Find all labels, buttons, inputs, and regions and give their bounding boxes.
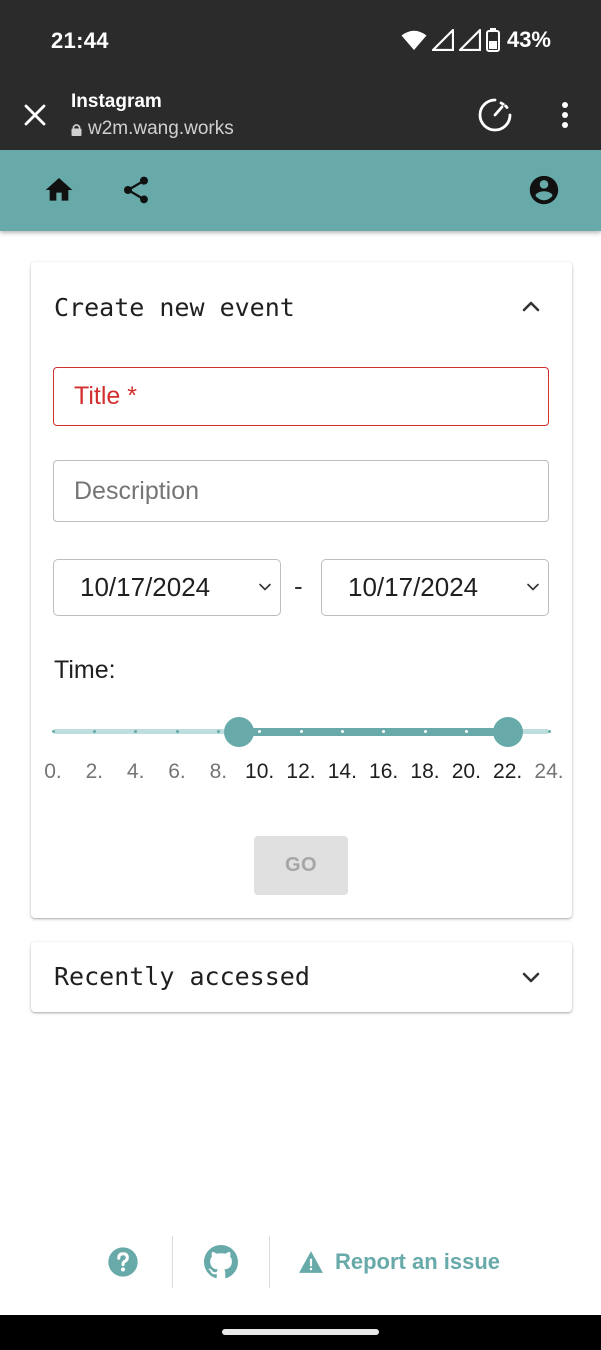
slider-tick-mark <box>423 730 427 733</box>
chevron-down-icon <box>522 972 540 983</box>
slider-tick-label: 16. <box>369 760 399 783</box>
github-icon <box>204 1245 238 1279</box>
slider-start-thumb[interactable] <box>224 717 254 747</box>
slider-tick-label: 12. <box>286 760 316 783</box>
page-url: w2m.wang.works <box>71 118 234 140</box>
description-input[interactable]: Description <box>53 460 549 522</box>
end-date-select[interactable]: 10/17/2024 <box>321 559 549 616</box>
report-issue-label: Report an issue <box>335 1249 501 1274</box>
slider-tick-mark <box>547 730 551 733</box>
chevron-down-icon <box>527 583 539 591</box>
share-icon <box>124 176 148 204</box>
collapse-button[interactable] <box>519 295 543 319</box>
expand-button[interactable] <box>519 965 543 989</box>
slider-tick-mark <box>216 730 220 733</box>
title-input[interactable]: Title * <box>53 367 549 426</box>
slider-tick-label: 10. <box>245 760 275 783</box>
account-button[interactable] <box>525 171 563 209</box>
home-icon <box>45 178 73 201</box>
status-icons: 43% <box>401 27 551 53</box>
share-button[interactable] <box>117 171 155 209</box>
status-bar: 21:44 43% <box>0 0 601 84</box>
end-date-value: 10/17/2024 <box>348 572 479 602</box>
description-placeholder: Description <box>74 476 200 505</box>
slider-tick-label: 22. <box>493 760 523 783</box>
close-tab-button[interactable] <box>20 100 50 130</box>
time-range-slider[interactable] <box>51 717 551 747</box>
date-range-separator: - <box>294 571 303 601</box>
recently-accessed-heading: Recently accessed <box>54 962 310 991</box>
github-button[interactable] <box>204 1244 238 1280</box>
slider-tick-mark <box>464 730 468 733</box>
slider-tick-label: 6. <box>168 760 186 783</box>
navigation-bar <box>0 1315 601 1350</box>
create-event-panel: Create new event Title * Description 10/… <box>31 262 572 918</box>
title-placeholder: Title * <box>74 382 137 410</box>
report-issue-link[interactable]: Report an issue <box>298 1244 500 1280</box>
battery-percent: 43% <box>506 27 551 52</box>
go-button[interactable]: GO <box>254 836 348 895</box>
more-options-button[interactable] <box>552 99 578 131</box>
slider-tick-label: 18. <box>410 760 440 783</box>
go-label: GO <box>284 854 318 876</box>
slider-tick-mark <box>340 730 344 733</box>
slider-tick-labels: 0. 2. 4. 6. 8. 10. 12. 14. 16. 18. 20. 22. 24. <box>44 760 563 790</box>
signal-icon <box>431 29 454 51</box>
slider-tick-mark <box>175 730 179 733</box>
slider-tick-mark <box>92 730 96 733</box>
start-date-value: 10/17/2024 <box>80 572 211 602</box>
home-button[interactable] <box>40 171 78 209</box>
browser-bar: Instagram w2m.wang.works <box>0 84 601 150</box>
slider-tick-label: 14. <box>327 760 357 783</box>
slider-tick-label: 4. <box>126 760 145 783</box>
signal-icon-2 <box>458 29 481 51</box>
status-time: 21:44 <box>51 28 109 53</box>
home-gesture-handle[interactable] <box>222 1329 379 1335</box>
chevron-down-icon <box>259 583 271 591</box>
close-icon <box>24 104 46 126</box>
slider-tick-label: 8. <box>209 760 228 783</box>
start-date-select[interactable]: 10/17/2024 <box>53 559 281 616</box>
battery-icon <box>485 28 500 52</box>
recently-accessed-panel[interactable]: Recently accessed <box>31 942 572 1012</box>
url-text: w2m.wang.works <box>88 118 234 139</box>
app-toolbar <box>0 150 601 231</box>
warning-icon <box>299 1251 323 1273</box>
page-speed-button[interactable] <box>476 96 514 134</box>
slider-tick-mark <box>51 730 55 733</box>
slider-tick-label: 2. <box>85 760 104 783</box>
speedometer-icon <box>478 98 512 132</box>
account-circle-icon <box>529 175 559 205</box>
help-button[interactable] <box>107 1244 139 1280</box>
slider-tick-label: 0. <box>44 760 62 783</box>
more-vert-icon <box>562 102 568 128</box>
footer-divider <box>269 1236 270 1288</box>
help-icon <box>108 1247 138 1277</box>
footer-divider <box>172 1236 173 1288</box>
time-label: Time: <box>54 656 116 684</box>
lock-icon <box>71 123 82 136</box>
page-title: Instagram <box>71 91 162 112</box>
create-event-heading: Create new event <box>54 293 295 322</box>
wifi-icon <box>401 30 427 50</box>
slider-tick-mark <box>299 730 303 733</box>
footer: Report an issue <box>0 1236 601 1288</box>
slider-tick-label: 20. <box>451 760 481 783</box>
slider-end-thumb[interactable] <box>492 717 523 747</box>
slider-tick-label: 24. <box>534 760 564 783</box>
chevron-up-icon <box>522 301 540 312</box>
